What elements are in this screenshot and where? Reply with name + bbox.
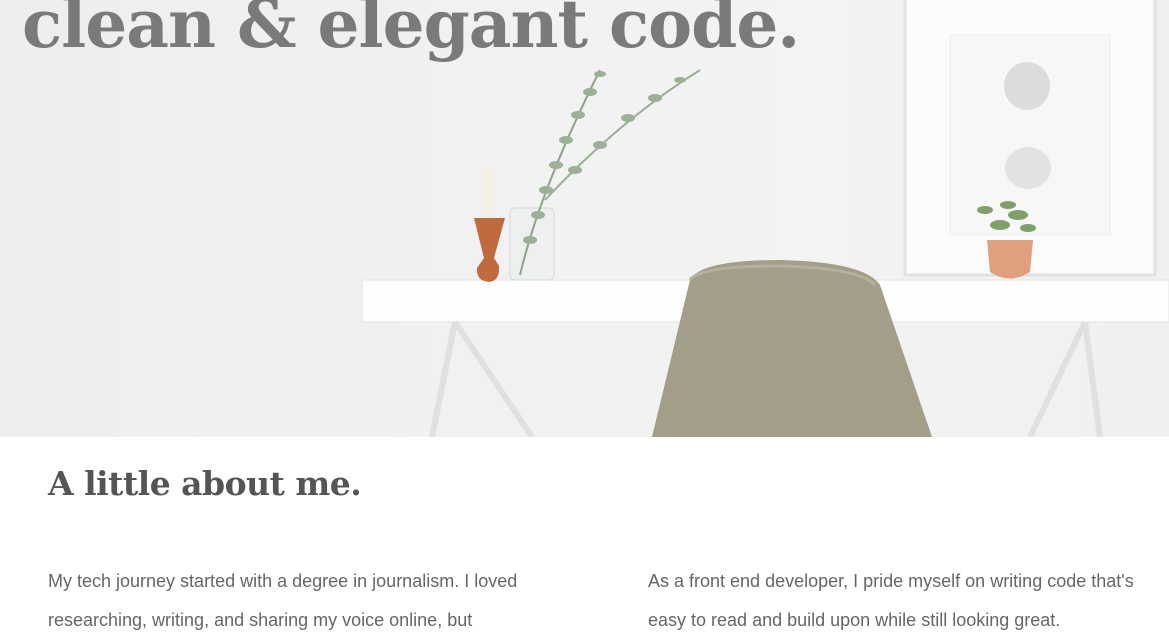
hero-title: clean & elegant code. xyxy=(22,0,800,63)
about-paragraph-right: As a front end developer, I pride myself… xyxy=(648,571,1134,630)
about-paragraph-left: My tech journey started with a degree in… xyxy=(48,571,518,630)
glass-vase xyxy=(509,207,555,281)
about-heading: A little about me. xyxy=(48,464,362,503)
candle xyxy=(484,168,493,218)
copper-planter xyxy=(987,240,1033,279)
hero-section: clean & elegant code. xyxy=(0,0,1169,437)
candle-holder xyxy=(474,218,505,282)
frame-art-circle-top xyxy=(1004,62,1050,110)
frame-art-circle-bottom xyxy=(1005,147,1051,189)
